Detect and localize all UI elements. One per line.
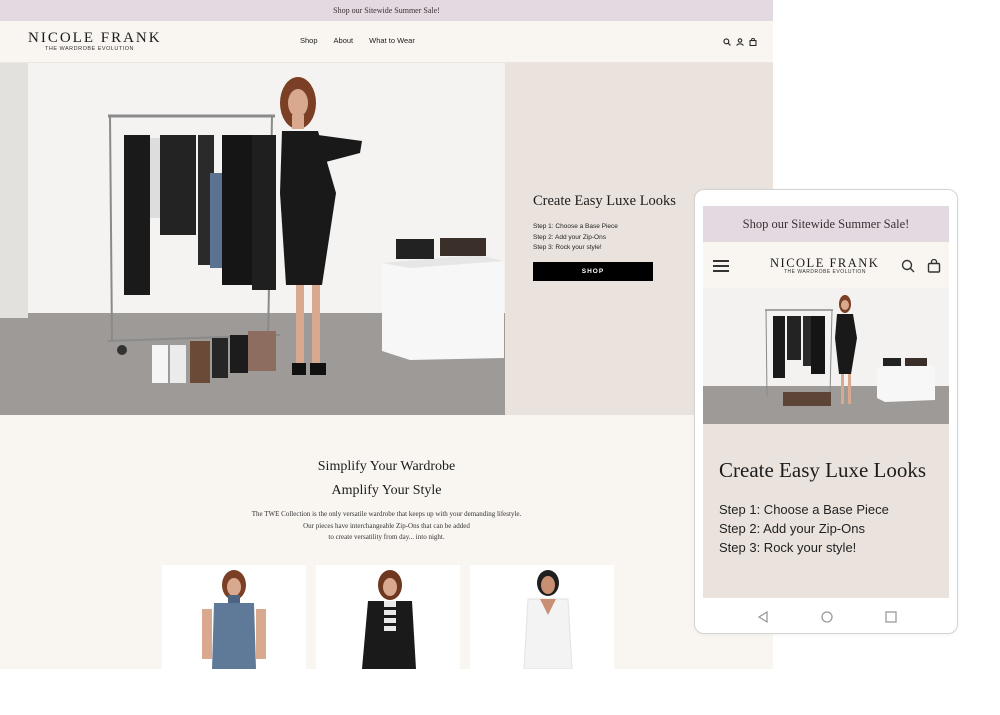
desktop-site-mock: Shop our Sitewide Summer Sale! NICOLE FR… [0, 0, 773, 669]
mobile-header-icons [901, 259, 941, 273]
mobile-brand-name: NICOLE FRANK [770, 256, 880, 270]
mobile-device-mock: Shop our Sitewide Summer Sale! NICOLE FR… [694, 189, 958, 634]
main-nav: Shop About What to Wear [300, 36, 431, 45]
announcement-bar[interactable]: Shop our Sitewide Summer Sale! [0, 0, 773, 21]
product-image [202, 570, 266, 669]
header-icons [723, 38, 757, 46]
product-image [362, 570, 416, 669]
mobile-screen: Shop our Sitewide Summer Sale! NICOLE FR… [703, 206, 949, 598]
intro-line: Our pieces have interchangeable Zip-Ons … [303, 521, 470, 530]
bag-icon[interactable] [749, 38, 757, 46]
intro-heading-line1: Simplify Your Wardrobe [317, 459, 456, 474]
product-card[interactable] [470, 565, 614, 669]
product-card[interactable] [316, 565, 460, 669]
mobile-hero-title: Create Easy Luxe Looks [719, 458, 927, 482]
brand-name: NICOLE FRANK [28, 29, 162, 46]
hero-section: Create Easy Luxe Looks Step 1: Choose a … [0, 63, 773, 415]
brand-logo[interactable]: NICOLE FRANK THE WARDROBE EVOLUTION [28, 29, 162, 53]
mobile-hero-step: Step 1: Choose a Base Piece [719, 502, 889, 517]
mobile-hero-steps: Step 1: Choose a Base Piece Step 2: Add … [719, 500, 933, 557]
account-icon[interactable] [736, 38, 744, 46]
mobile-announcement-text[interactable]: Shop our Sitewide Summer Sale! [743, 217, 910, 232]
hero-photo [0, 63, 505, 415]
nav-link-about[interactable]: About [334, 36, 354, 45]
intro-line: The TWE Collection is the only versatile… [251, 510, 522, 518]
search-icon[interactable] [901, 259, 915, 273]
mobile-hero-photo [703, 288, 949, 424]
mobile-brand-logo[interactable]: NICOLE FRANK THE WARDROBE EVOLUTION [770, 257, 879, 276]
back-icon[interactable] [756, 610, 770, 624]
intro-section: Simplify Your Wardrobe Amplify Your Styl… [0, 455, 773, 544]
mobile-brand-tagline: THE WARDROBE EVOLUTION [784, 269, 866, 275]
mobile-hero-copy: Create Easy Luxe Looks Step 1: Choose a … [703, 424, 949, 598]
product-card[interactable] [162, 565, 306, 669]
announcement-text[interactable]: Shop our Sitewide Summer Sale! [333, 6, 440, 15]
mobile-announcement-bar[interactable]: Shop our Sitewide Summer Sale! [703, 206, 949, 242]
product-image [523, 570, 573, 669]
home-icon[interactable] [820, 610, 834, 624]
android-nav-bar [695, 598, 957, 633]
mobile-hero-step: Step 3: Rock your style! [719, 540, 857, 555]
nav-link-what-to-wear[interactable]: What to Wear [369, 36, 415, 45]
mobile-header: NICOLE FRANK THE WARDROBE EVOLUTION [703, 242, 949, 288]
intro-line: to create versatility from day... into n… [328, 533, 445, 541]
brand-tagline: THE WARDROBE EVOLUTION [45, 45, 135, 52]
recents-icon[interactable] [884, 610, 898, 624]
nav-link-shop[interactable]: Shop [300, 36, 318, 45]
intro-heading-line2: Amplify Your Style [331, 483, 442, 498]
shop-button[interactable]: SHOP [533, 261, 653, 281]
mobile-hero-step: Step 2: Add your Zip-Ons [719, 521, 865, 536]
product-grid [162, 565, 614, 669]
intro-paragraph: The TWE Collection is the only versatile… [0, 509, 773, 544]
search-icon[interactable] [723, 38, 731, 46]
hamburger-menu-icon[interactable] [713, 260, 729, 272]
bag-icon[interactable] [927, 259, 941, 273]
site-header: NICOLE FRANK THE WARDROBE EVOLUTION Shop… [0, 21, 773, 63]
